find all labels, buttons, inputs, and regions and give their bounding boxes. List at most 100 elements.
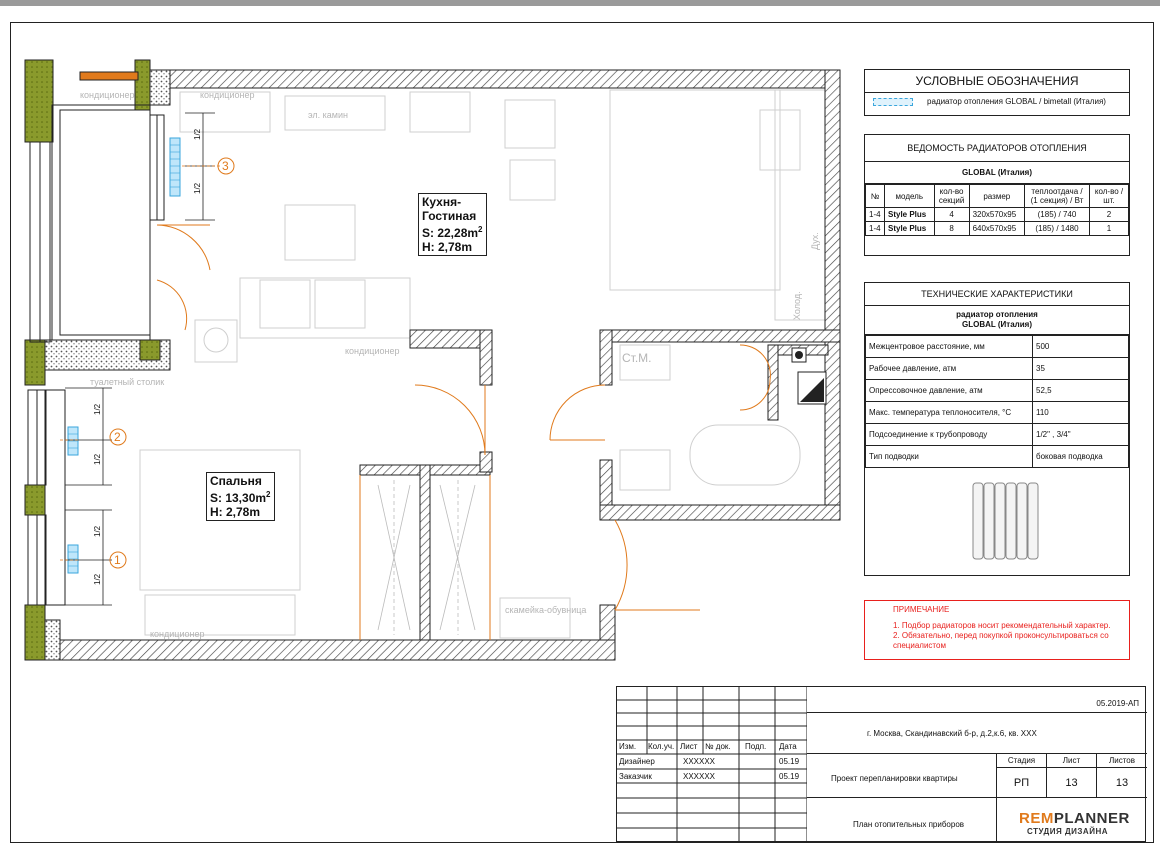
ghost-label-fireplace: эл. камин: [308, 110, 348, 120]
tech-subtitle-line1: радиатор отопления: [956, 310, 1038, 319]
stamp-address-cell: г. Москва, Скандинавский б-р, д.2,к.6, к…: [807, 713, 1147, 754]
tech-subtitle: радиатор отопления GLOBAL (Италия): [865, 306, 1129, 335]
rev-col-podp: Подп.: [745, 742, 767, 751]
cell: Style Plus: [884, 207, 935, 222]
schedule-header-row: № модель кол-во секций размер теплоотдач…: [865, 184, 1129, 208]
ghost-label-conditioner-3: кондиционер: [80, 90, 134, 100]
cell: 110: [1032, 401, 1129, 424]
schedule-brand: GLOBAL (Италия): [865, 162, 1129, 184]
designer-value: XXXXXX: [683, 757, 716, 766]
drawing-code: 05.2019-АП: [1096, 699, 1139, 708]
note-line-1: 1. Подбор радиаторов носит рекомендатель…: [893, 621, 1111, 630]
cell: 640x570x95: [968, 221, 1026, 236]
project-address: г. Москва, Скандинавский б-р, д.2,к.6, к…: [867, 729, 1037, 738]
ghost-label-washer: Ст.М.: [622, 351, 652, 365]
note-panel: ПРИМЕЧАНИЕ 1. Подбор радиаторов носит ре…: [864, 600, 1130, 660]
ghost-label-conditioner-1: кондиционер: [200, 90, 254, 100]
radiator-number-2: 2: [114, 430, 121, 444]
logo-studio: СТУДИЯ ДИЗАЙНА: [1027, 827, 1108, 836]
radiator-schedule-table: № модель кол-во секций размер теплоотдач…: [865, 184, 1129, 236]
cell: Style Plus: [884, 221, 935, 236]
table-row: Опрессовочное давление, атм 52,5: [865, 379, 1129, 402]
table-row: Подсоединение к трубопроводу 1/2" , 3/4": [865, 423, 1129, 446]
ghost-label-oven: Дух.: [810, 232, 820, 250]
room-area: S: 13,30m2: [210, 490, 271, 505]
room-height: H: 2,78m: [422, 240, 473, 254]
radiator-number-1: 1: [114, 553, 121, 567]
rev-col-date: Дата: [779, 742, 797, 751]
radiator-image: [972, 482, 1039, 560]
logo-planner: PLANNER: [1053, 810, 1130, 827]
cell: 320x570x95: [968, 207, 1026, 222]
cell: 1-4: [865, 207, 885, 222]
stamp-code-cell: 05.2019-АП: [807, 687, 1147, 713]
room-area: S: 22,28m2: [422, 225, 483, 240]
dimension-half-2: 1/2: [193, 182, 202, 194]
cell: Тип подводки: [865, 445, 1033, 468]
client-label: Заказчик: [619, 772, 652, 781]
remplanner-logo: REMPLANNER: [1019, 810, 1130, 827]
room-name-line1: Кухня-: [422, 195, 462, 209]
project-title: Проект перепланировки квартиры: [831, 774, 958, 783]
cell: 1-4: [865, 221, 885, 236]
sheet-title: План отопительных приборов: [853, 820, 965, 829]
note-line-2: 2. Обязательно, перед покупкой проконсул…: [893, 631, 1109, 650]
dimension-half-1: 1/2: [193, 128, 202, 140]
room-label-bedroom: Спальня S: 13,30m2 H: 2,78m: [206, 472, 275, 521]
radiator-legend-icon: [873, 97, 913, 106]
cell: (185) / 740: [1024, 207, 1090, 222]
sheets-value: 13: [1115, 777, 1129, 789]
logo-rem: REM: [1019, 810, 1054, 827]
table-row: Рабочее давление, атм 35: [865, 357, 1129, 380]
table-row: 1-4 Style Plus 4 320x570x95 (185) / 740 …: [865, 207, 1129, 222]
rev-col-doc: № док.: [705, 742, 731, 751]
sheet-header: Лист: [1047, 754, 1096, 768]
sheets-header: Листов: [1097, 754, 1147, 768]
cell: Межцентровое расстояние, мм: [865, 335, 1033, 358]
tech-specs-panel: ТЕХНИЧЕСКИЕ ХАРАКТЕРИСТИКИ радиатор отоп…: [864, 282, 1130, 576]
room-label-kitchen: Кухня- Гостиная S: 22,28m2 H: 2,78m: [418, 193, 487, 256]
radiator-schedule-panel: ВЕДОМОСТЬ РАДИАТОРОВ ОТОПЛЕНИЯ GLOBAL (И…: [864, 134, 1130, 256]
tech-specs-table: Межцентровое расстояние, мм 500 Рабочее д…: [865, 335, 1129, 468]
bathroom-fixtures: [791, 347, 827, 405]
table-row: Макс. температура теплоносителя, °С 110: [865, 401, 1129, 424]
doors: [156, 224, 771, 640]
sheet-cell: Лист 13: [1047, 754, 1097, 798]
cell: 8: [933, 221, 970, 236]
title-block: Изм. Кол.уч. Лист № док. Подп. Дата Диза…: [616, 686, 1147, 843]
sheet-value: 13: [1065, 777, 1078, 789]
cell: 500: [1032, 335, 1129, 358]
legend-row: радиатор отопления GLOBAL / bimetall (Ит…: [865, 93, 1129, 110]
table-row: Межцентровое расстояние, мм 500: [865, 335, 1129, 358]
sheet-title-cell: План отопительных приборов: [807, 798, 997, 843]
rev-col-kol: Кол.уч.: [648, 742, 675, 751]
tech-title: ТЕХНИЧЕСКИЕ ХАРАКТЕРИСТИКИ: [865, 283, 1129, 306]
ghost-label-bench: скамейка-обувница: [505, 605, 586, 615]
ghost-label-fridge: Холод.: [792, 291, 802, 320]
tech-subtitle-line2: GLOBAL (Италия): [962, 320, 1032, 329]
stage-value: РП: [1013, 777, 1030, 789]
ghost-label-dressing-table: туалетный столик: [90, 377, 164, 387]
ghost-label-conditioner-4: кондиционер: [150, 629, 204, 639]
col-num: №: [865, 184, 885, 208]
cell: Опрессовочное давление, атм: [865, 379, 1033, 402]
schedule-title: ВЕДОМОСТЬ РАДИАТОРОВ ОТОПЛЕНИЯ: [865, 135, 1129, 162]
cell: 52,5: [1032, 379, 1129, 402]
dimension-half-3: 1/2: [93, 403, 102, 415]
dimension-half-6: 1/2: [93, 573, 102, 585]
sheets-cell: Листов 13: [1097, 754, 1147, 798]
legend-title: УСЛОВНЫЕ ОБОЗНАЧЕНИЯ: [865, 70, 1129, 93]
dimension-half-4: 1/2: [93, 453, 102, 465]
logo-cell: REMPLANNER СТУДИЯ ДИЗАЙНА: [997, 798, 1147, 843]
designer-label: Дизайнер: [619, 757, 655, 766]
cell: Подсоединение к трубопроводу: [865, 423, 1033, 446]
col-heat: теплоотдача / (1 секция) / Вт: [1024, 184, 1090, 208]
stage-cell: Стадия РП: [997, 754, 1047, 798]
table-row: Тип подводки боковая подводка: [865, 445, 1129, 468]
stage-cells: Стадия РП Лист 13 Листов 13: [997, 754, 1147, 798]
cell: 1/2" , 3/4": [1032, 423, 1129, 446]
rev-col-list: Лист: [680, 742, 698, 751]
balcony-sill: [79, 71, 139, 81]
col-sections: кол-во секций: [933, 184, 970, 208]
cell: боковая подводка: [1032, 445, 1129, 468]
